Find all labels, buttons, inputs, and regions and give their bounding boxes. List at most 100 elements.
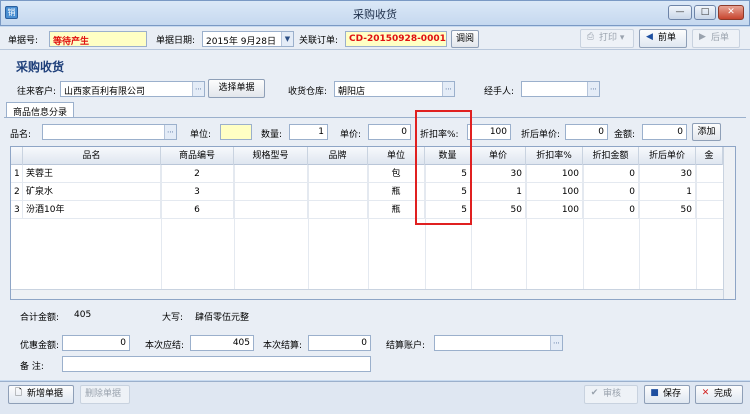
- calendar-dropdown-icon[interactable]: ▼: [281, 32, 293, 46]
- delete-doc-button[interactable]: 删除单据: [80, 385, 130, 404]
- cell-brand[interactable]: [308, 201, 368, 219]
- cell-code[interactable]: 2: [161, 165, 234, 183]
- cell-spec[interactable]: [234, 165, 308, 183]
- settled-field[interactable]: 0: [308, 335, 371, 351]
- print-label: 打印: [599, 33, 618, 43]
- handler-lookup-icon[interactable]: ⋯: [587, 82, 599, 96]
- disc-price-field[interactable]: 0: [565, 124, 608, 140]
- cell-name[interactable]: 矿泉水: [23, 183, 161, 201]
- cell-discount[interactable]: 100: [526, 201, 583, 219]
- discount-amount-field[interactable]: 0: [62, 335, 130, 351]
- cell-discount-amount[interactable]: 0: [583, 165, 639, 183]
- table-row[interactable]: 2 矿泉水 3 瓶 5 1 100 0 1: [11, 183, 735, 201]
- cell-discount[interactable]: 100: [526, 183, 583, 201]
- close-button[interactable]: ✕: [718, 5, 744, 20]
- product-grid: 品名 商品编号 规格型号 品牌 单位 数量 单价 折扣率% 折扣金额 折后单价 …: [10, 146, 736, 300]
- account-lookup-icon[interactable]: ⋯: [550, 336, 562, 350]
- col-header-discount-amount[interactable]: 折扣金额: [583, 147, 639, 165]
- warehouse-lookup-icon[interactable]: ⋯: [442, 82, 454, 96]
- doc-no-label: 单据号:: [8, 36, 39, 46]
- cell-brand[interactable]: [308, 183, 368, 201]
- qty-column-highlight: [415, 110, 472, 225]
- price-field[interactable]: 0: [368, 124, 411, 140]
- col-header-price[interactable]: 单价: [471, 147, 526, 165]
- vertical-scrollbar[interactable]: [723, 147, 735, 299]
- related-order-field[interactable]: CD-20150928-0001: [345, 31, 447, 47]
- doc-date-label: 单据日期:: [156, 36, 196, 46]
- new-document-icon: 🗋: [14, 388, 23, 398]
- cell-name[interactable]: 芙蓉王: [23, 165, 161, 183]
- cell-discount-amount[interactable]: 0: [583, 201, 639, 219]
- approve-label: 审核: [603, 389, 622, 399]
- select-doc-button[interactable]: 选择单据: [208, 79, 265, 98]
- tab-product-entries[interactable]: 商品信息分录: [6, 102, 75, 118]
- unit-field[interactable]: [220, 124, 252, 140]
- cell-code[interactable]: 6: [161, 201, 234, 219]
- account-label: 结算账户:: [386, 341, 426, 351]
- add-button[interactable]: 添加: [692, 123, 721, 141]
- total-label: 合计金额:: [20, 313, 60, 323]
- name-field[interactable]: [42, 124, 177, 140]
- discount-field[interactable]: 100: [467, 124, 511, 140]
- col-header-spec[interactable]: 规格型号: [234, 147, 308, 165]
- payable-field[interactable]: 405: [190, 335, 254, 351]
- checkmark-icon: ✔: [590, 388, 599, 398]
- prev-doc-button[interactable]: ◀ 前单: [639, 29, 687, 48]
- name-label: 品名:: [10, 130, 32, 140]
- print-button[interactable]: ⎙ 打印 ▾: [580, 29, 634, 48]
- amount-field[interactable]: 0: [642, 124, 687, 140]
- payable-label: 本次应结:: [145, 341, 185, 351]
- qty-field[interactable]: 1: [289, 124, 328, 140]
- minimize-button[interactable]: —: [668, 5, 692, 20]
- prev-label: 前单: [658, 33, 677, 43]
- save-disk-icon: ■: [650, 388, 659, 398]
- supplier-field[interactable]: 山西家百利有限公司: [60, 81, 205, 97]
- lookup-button[interactable]: 调阅: [451, 30, 479, 48]
- approve-button[interactable]: ✔ 审核: [584, 385, 638, 404]
- cell-price[interactable]: 50: [471, 201, 526, 219]
- cell-disc-price[interactable]: 30: [639, 165, 696, 183]
- cell-discount-amount[interactable]: 0: [583, 183, 639, 201]
- warehouse-field[interactable]: 朝阳店: [334, 81, 455, 97]
- col-header-name[interactable]: 品名: [23, 147, 161, 165]
- remark-label: 备 注:: [20, 362, 44, 372]
- name-lookup-icon[interactable]: ⋯: [164, 125, 176, 139]
- remark-field[interactable]: [62, 356, 371, 372]
- table-row[interactable]: 3 汾酒10年 6 瓶 5 50 100 0 50: [11, 201, 735, 219]
- doc-no-field[interactable]: 等待产生: [49, 31, 147, 47]
- discount-amount-label: 优惠金额:: [20, 341, 60, 351]
- right-arrow-icon: ▶: [699, 32, 706, 42]
- qty-label: 数量:: [261, 130, 283, 140]
- cell-code[interactable]: 3: [161, 183, 234, 201]
- col-header-code[interactable]: 商品编号: [161, 147, 234, 165]
- cell-brand[interactable]: [308, 165, 368, 183]
- cell-price[interactable]: 1: [471, 183, 526, 201]
- account-field[interactable]: [434, 335, 563, 351]
- save-button[interactable]: ■ 保存: [644, 385, 690, 404]
- related-order-label: 关联订单:: [299, 36, 339, 46]
- col-header-discount[interactable]: 折扣率%: [526, 147, 583, 165]
- col-header-disc-price[interactable]: 折后单价: [639, 147, 696, 165]
- col-header-brand[interactable]: 品牌: [308, 147, 368, 165]
- cell-spec[interactable]: [234, 201, 308, 219]
- col-header-amount[interactable]: 金: [696, 147, 723, 165]
- cell-discount[interactable]: 100: [526, 165, 583, 183]
- cell-name[interactable]: 汾酒10年: [23, 201, 161, 219]
- next-label: 后单: [711, 33, 730, 43]
- new-doc-button[interactable]: 🗋 新增单据: [8, 385, 74, 404]
- supplier-lookup-icon[interactable]: ⋯: [192, 82, 204, 96]
- horizontal-scrollbar[interactable]: [11, 289, 723, 299]
- next-doc-button[interactable]: ▶ 后单: [692, 29, 740, 48]
- row-number: 1: [11, 165, 23, 183]
- cell-price[interactable]: 30: [471, 165, 526, 183]
- row-number: 2: [11, 183, 23, 201]
- settled-label: 本次结算:: [263, 341, 303, 351]
- maximize-button[interactable]: □: [694, 5, 716, 20]
- finish-button[interactable]: ✕ 完成: [695, 385, 743, 404]
- disc-price-label: 折后单价:: [521, 130, 561, 140]
- table-row[interactable]: 1 芙蓉王 2 包 5 30 100 0 30: [11, 165, 735, 183]
- printer-icon: ⎙: [586, 32, 595, 42]
- cell-disc-price[interactable]: 50: [639, 201, 696, 219]
- cell-disc-price[interactable]: 1: [639, 183, 696, 201]
- cell-spec[interactable]: [234, 183, 308, 201]
